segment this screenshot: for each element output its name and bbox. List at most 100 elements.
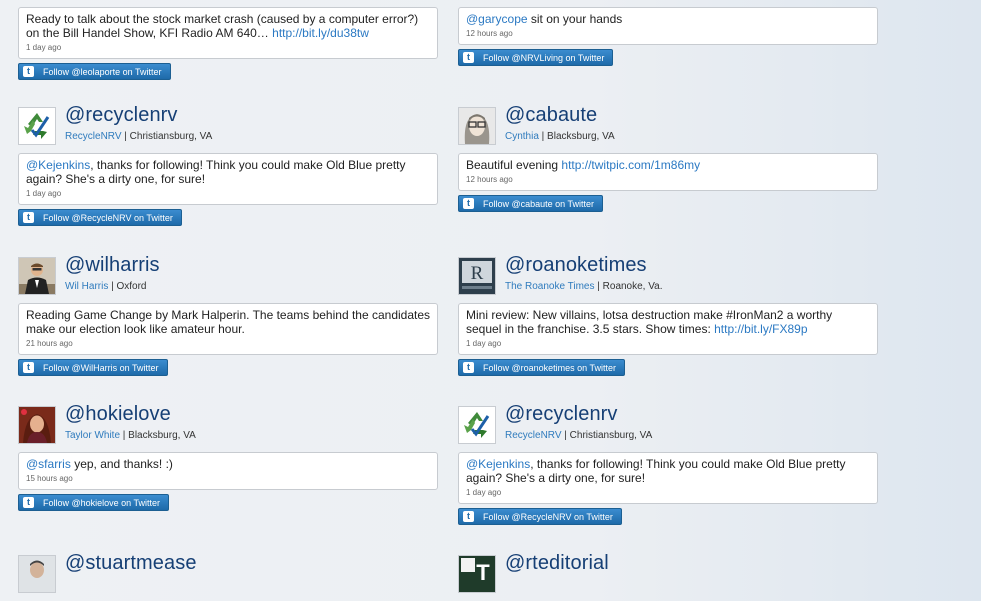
tweet-header: @cabaute Cynthia | Blacksburg, VA xyxy=(458,104,878,147)
tweet-time: 1 day ago xyxy=(466,488,502,497)
user-name[interactable]: RecycleNRV xyxy=(65,131,122,142)
user-handle[interactable]: @rteditorial xyxy=(505,552,609,575)
user-meta: Taylor White | Blacksburg, VA xyxy=(65,430,196,441)
twitter-bird-icon: t xyxy=(463,511,474,522)
tweet-time: 1 day ago xyxy=(26,43,62,52)
user-name[interactable]: The Roanoke Times xyxy=(505,281,595,292)
user-name[interactable]: Taylor White xyxy=(65,430,120,441)
tweet-bubble: Mini review: New villains, lotsa destruc… xyxy=(458,303,878,355)
follow-label: Follow @WilHarris on Twitter xyxy=(43,362,159,373)
stuartmease-avatar-icon[interactable] xyxy=(18,555,56,593)
tweet-bubble: @garycope sit on your hands 12 hours ago xyxy=(458,7,878,45)
user-location: | Blacksburg, VA xyxy=(120,430,196,441)
follow-label: Follow @leolaporte on Twitter xyxy=(43,66,162,77)
tweet-mention[interactable]: @garycope xyxy=(466,12,528,26)
user-meta: Wil Harris | Oxford xyxy=(65,281,147,292)
user-handle[interactable]: @wilharris xyxy=(65,254,160,277)
user-handle[interactable]: @recyclenrv xyxy=(65,104,178,127)
recycle-avatar-icon[interactable] xyxy=(18,107,56,145)
user-handle[interactable]: @roanoketimes xyxy=(505,254,647,277)
cabaute-avatar-icon[interactable] xyxy=(458,107,496,145)
follow-label: Follow @roanoketimes on Twitter xyxy=(483,362,617,373)
follow-button[interactable]: t Follow @hokielove on Twitter xyxy=(18,494,170,511)
user-location: | Oxford xyxy=(108,281,147,292)
user-meta: The Roanoke Times | Roanoke, Va. xyxy=(505,281,663,292)
user-location: | Roanoke, Va. xyxy=(594,281,663,292)
follow-label: Follow @NRVLiving on Twitter xyxy=(483,52,605,63)
user-meta: Cynthia | Blacksburg, VA xyxy=(505,131,615,142)
user-meta: RecycleNRV | Christiansburg, VA xyxy=(505,430,652,441)
tweet-bubble: @sfarris yep, and thanks! :) 15 hours ag… xyxy=(18,452,438,490)
tweet-text: yep, and thanks! :) xyxy=(70,457,173,471)
tweet-time: 12 hours ago xyxy=(466,175,513,184)
tweet-card: R @roanoketimes The Roanoke Times | Roan… xyxy=(458,254,878,376)
twitter-bird-icon: t xyxy=(23,212,34,223)
tweet-mention[interactable]: @Kejenkins xyxy=(26,158,90,172)
tweet-text: sit on your hands xyxy=(527,12,623,26)
tweet-link[interactable]: http://bit.ly/FX89p xyxy=(714,322,807,336)
recycle-avatar-icon[interactable] xyxy=(458,406,496,444)
rteditorial-logo-icon[interactable]: T xyxy=(458,555,496,593)
tweet-header: @recyclenrv RecycleNRV | Christiansburg,… xyxy=(458,403,878,446)
tweet-card: @cabaute Cynthia | Blacksburg, VA Beauti… xyxy=(458,104,878,212)
follow-label: Follow @hokielove on Twitter xyxy=(43,497,161,508)
tweet-card: @hokielove Taylor White | Blacksburg, VA… xyxy=(18,403,438,511)
tweet-header: @wilharris Wil Harris | Oxford xyxy=(18,254,438,297)
twitter-bird-icon: t xyxy=(463,198,474,209)
wilharris-avatar-icon[interactable] xyxy=(18,257,56,295)
follow-button[interactable]: t Follow @roanoketimes on Twitter xyxy=(458,359,626,376)
tweet-header: @stuartmease xyxy=(18,552,438,595)
tweet-mention[interactable]: @Kejenkins xyxy=(466,457,530,471)
svg-text:R: R xyxy=(471,263,484,284)
tweet-bubble: Beautiful evening http://twitpic.com/1m8… xyxy=(458,153,878,191)
follow-button[interactable]: t Follow @NRVLiving on Twitter xyxy=(458,49,614,66)
tweet-bubble: @Kejenkins, thanks for following! Think … xyxy=(458,452,878,504)
twitter-bird-icon: t xyxy=(23,66,34,77)
tweet-card: @recyclenrv RecycleNRV | Christiansburg,… xyxy=(458,403,878,525)
tweet-card: Ready to talk about the stock market cra… xyxy=(18,7,438,80)
tweet-time: 21 hours ago xyxy=(26,339,73,348)
tweet-header: @recyclenrv RecycleNRV | Christiansburg,… xyxy=(18,104,438,147)
twitter-bird-icon: t xyxy=(23,362,34,373)
user-name[interactable]: RecycleNRV xyxy=(505,430,562,441)
tweet-card: T @rteditorial xyxy=(458,552,878,601)
user-handle[interactable]: @stuartmease xyxy=(65,552,197,575)
tweet-link[interactable]: http://bit.ly/du38tw xyxy=(272,26,369,40)
user-handle[interactable]: @recyclenrv xyxy=(505,403,618,426)
tweet-link[interactable]: http://twitpic.com/1m86my xyxy=(561,158,700,172)
tweet-card: @garycope sit on your hands 12 hours ago… xyxy=(458,7,878,66)
user-handle[interactable]: @cabaute xyxy=(505,104,597,127)
roanoke-times-logo-icon[interactable]: R xyxy=(458,257,496,295)
tweet-card: @wilharris Wil Harris | Oxford Reading G… xyxy=(18,254,438,376)
follow-label: Follow @RecycleNRV on Twitter xyxy=(43,212,173,223)
tweet-card: @stuartmease xyxy=(18,552,438,601)
svg-text:T: T xyxy=(476,560,490,585)
tweet-bubble: @Kejenkins, thanks for following! Think … xyxy=(18,153,438,205)
tweet-header: T @rteditorial xyxy=(458,552,878,595)
follow-button[interactable]: t Follow @WilHarris on Twitter xyxy=(18,359,168,376)
twitter-bird-icon: t xyxy=(463,52,474,63)
user-location: | Blacksburg, VA xyxy=(538,131,615,142)
tweet-time: 12 hours ago xyxy=(466,29,513,38)
twitter-bird-icon: t xyxy=(463,362,474,373)
user-name[interactable]: Cynthia xyxy=(505,131,539,142)
user-location: | Christiansburg, VA xyxy=(121,131,213,142)
tweet-time: 1 day ago xyxy=(466,339,502,348)
user-handle[interactable]: @hokielove xyxy=(65,403,171,426)
user-meta: RecycleNRV | Christiansburg, VA xyxy=(65,131,212,142)
hokielove-avatar-icon[interactable] xyxy=(18,406,56,444)
follow-button[interactable]: t Follow @cabaute on Twitter xyxy=(458,195,604,212)
follow-label: Follow @RecycleNRV on Twitter xyxy=(483,511,613,522)
tweet-header: @hokielove Taylor White | Blacksburg, VA xyxy=(18,403,438,446)
tweet-bubble: Reading Game Change by Mark Halperin. Th… xyxy=(18,303,438,355)
tweet-time: 1 day ago xyxy=(26,189,62,198)
user-name[interactable]: Wil Harris xyxy=(65,281,108,292)
tweet-mention[interactable]: @sfarris xyxy=(26,457,71,471)
follow-button[interactable]: t Follow @leolaporte on Twitter xyxy=(18,63,171,80)
tweet-card: @recyclenrv RecycleNRV | Christiansburg,… xyxy=(18,104,438,226)
tweet-text: Reading Game Change by Mark Halperin. Th… xyxy=(26,308,431,336)
tweet-header: R @roanoketimes The Roanoke Times | Roan… xyxy=(458,254,878,297)
follow-button[interactable]: t Follow @RecycleNRV on Twitter xyxy=(18,209,182,226)
follow-button[interactable]: t Follow @RecycleNRV on Twitter xyxy=(458,508,622,525)
tweet-text: Beautiful evening xyxy=(466,158,562,172)
